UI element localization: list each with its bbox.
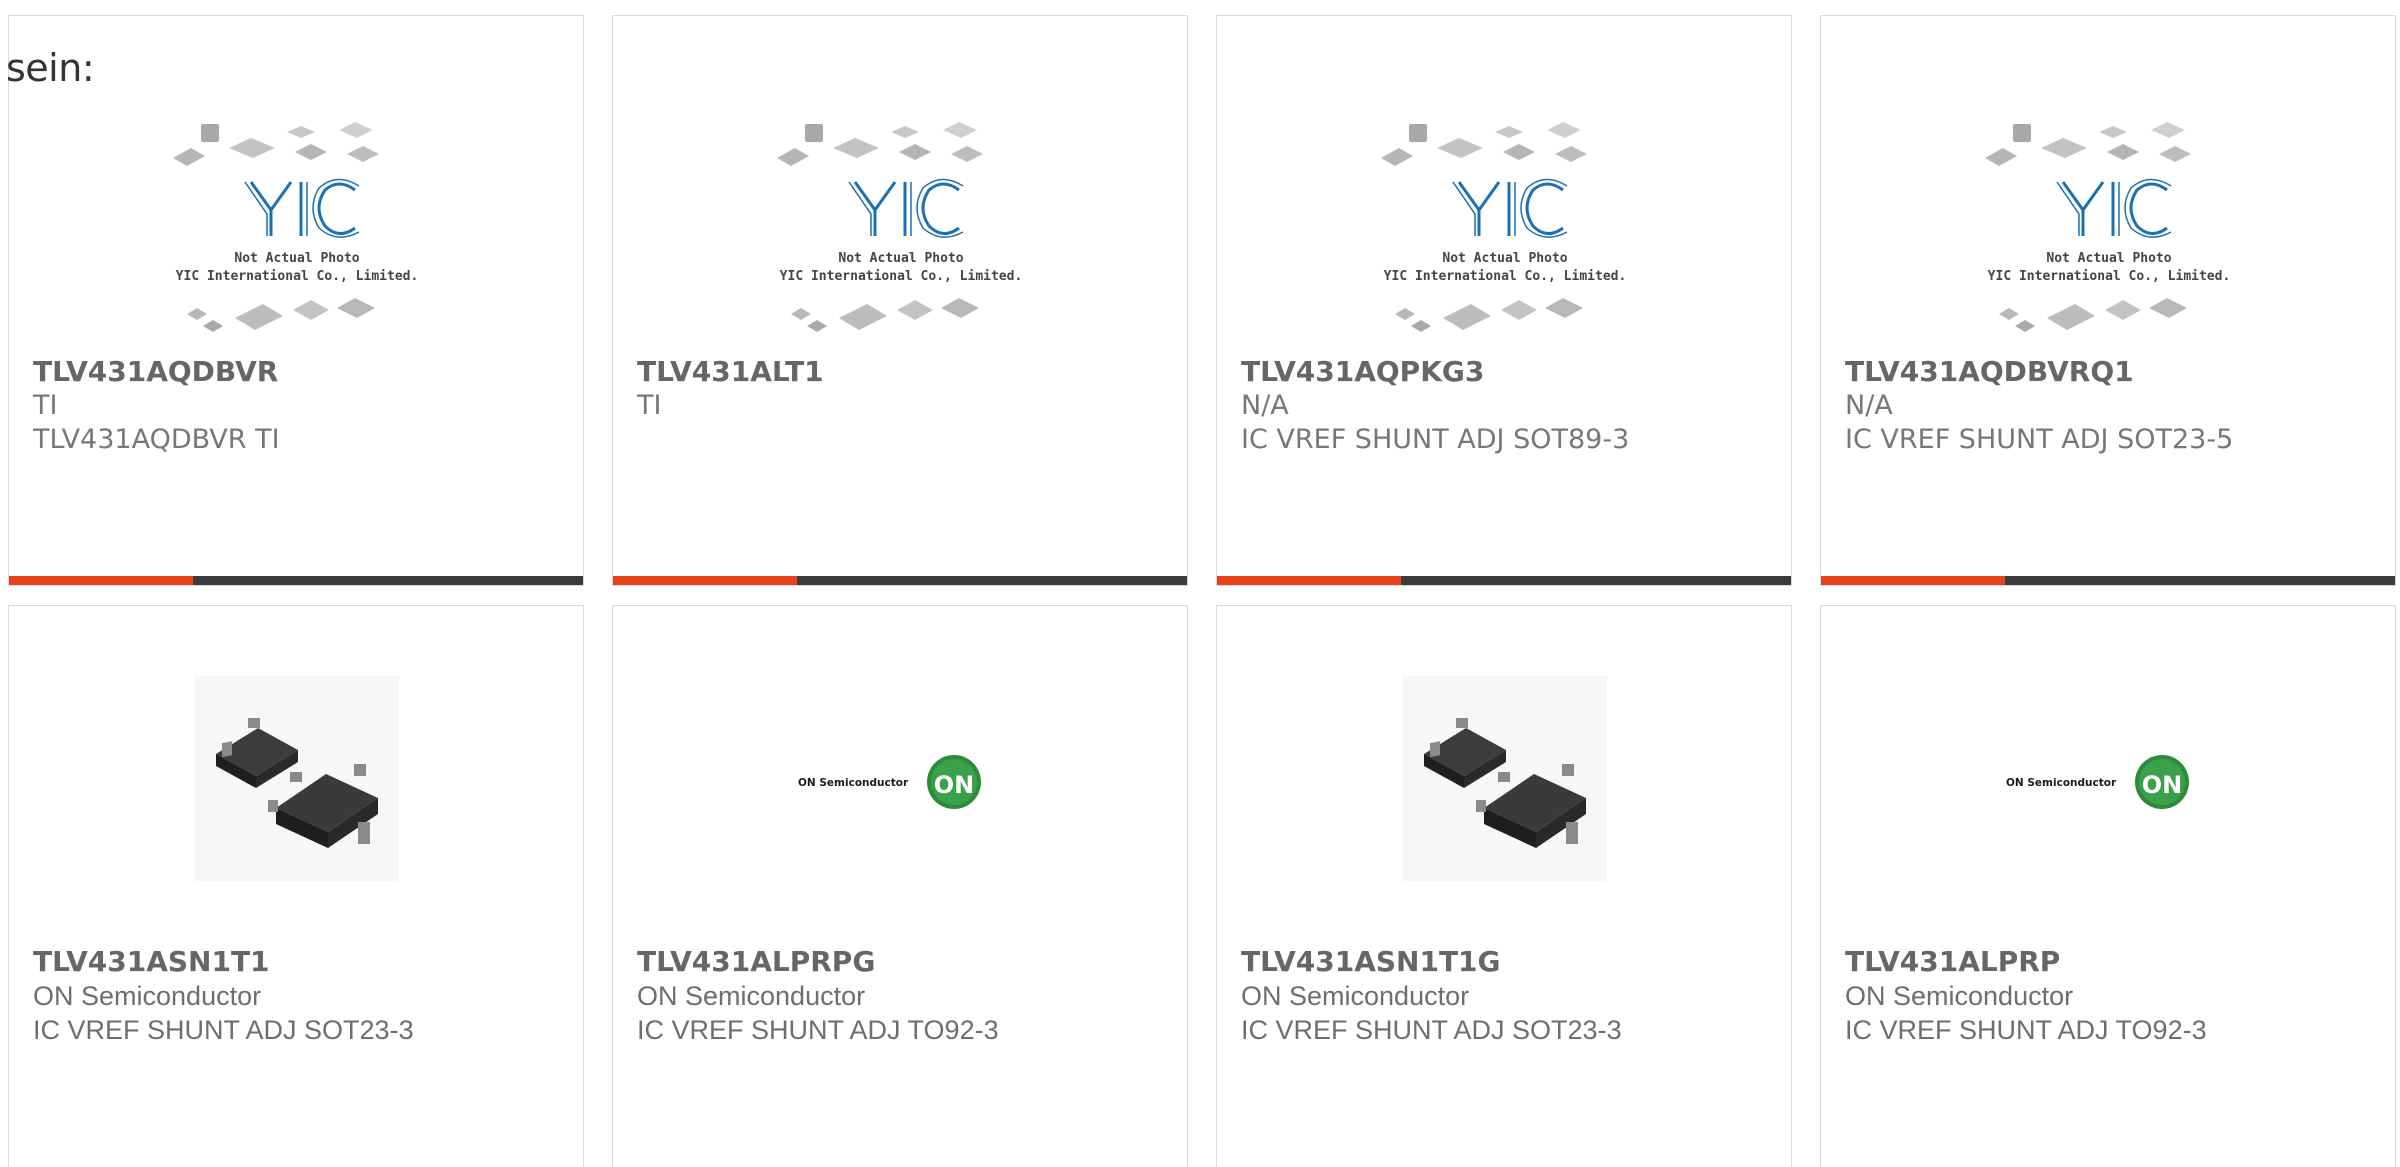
card-accent-bar xyxy=(613,576,797,585)
placeholder-line2: YIC International Co., Limited. xyxy=(176,269,419,284)
description: IC VREF SHUNT ADJ SOT23-3 xyxy=(33,1015,414,1045)
placeholder-line1: Not Actual Photo xyxy=(2046,251,2171,266)
product-card[interactable]: ON Semiconductor ON TLV431ALPRPG ON Semi… xyxy=(612,605,1188,1167)
placeholder-line1: Not Actual Photo xyxy=(838,251,963,266)
on-semiconductor-logo-image[interactable]: ON Semiconductor ON xyxy=(2006,676,2211,881)
placeholder-line1: Not Actual Photo xyxy=(1442,251,1567,266)
on-badge-text: ON xyxy=(934,771,975,799)
product-card[interactable]: Not Actual Photo YIC International Co., … xyxy=(1820,15,2396,586)
yic-logo-mark xyxy=(848,178,964,238)
part-number[interactable]: TLV431ALT1 xyxy=(637,355,1167,389)
card-bottom-bar xyxy=(1217,576,1791,585)
placeholder-image[interactable]: Not Actual Photo YIC International Co., … xyxy=(159,104,435,346)
card-bottom-bar xyxy=(1821,576,2395,585)
part-number[interactable]: TLV431ALPRPG xyxy=(637,945,1167,979)
manufacturer: ON Semiconductor xyxy=(1845,981,2074,1011)
manufacturer: TI xyxy=(33,390,58,421)
placeholder-line2: YIC International Co., Limited. xyxy=(1384,269,1627,284)
manufacturer: ON Semiconductor xyxy=(33,981,262,1011)
description: IC VREF SHUNT ADJ TO92-3 xyxy=(637,1015,999,1045)
part-number[interactable]: TLV431ASN1T1 xyxy=(33,945,563,979)
description: TLV431AQDBVR TI xyxy=(33,424,280,455)
yic-logo-mark xyxy=(2056,178,2172,238)
part-number[interactable]: TLV431AQPKG3 xyxy=(1241,355,1771,389)
part-number[interactable]: TLV431AQDBVR xyxy=(33,355,563,389)
chip-icons-top xyxy=(777,122,983,166)
description: IC VREF SHUNT ADJ SOT89-3 xyxy=(1241,424,1630,455)
part-number[interactable]: TLV431ALPRP xyxy=(1845,945,2375,979)
product-card[interactable]: TLV431ASN1T1G ON Semiconductor IC VREF S… xyxy=(1216,605,1792,1167)
on-semiconductor-wordmark: ON Semiconductor xyxy=(2006,777,2117,789)
yic-logo-mark xyxy=(1452,178,1568,238)
on-semiconductor-wordmark: ON Semiconductor xyxy=(798,777,909,789)
chip-icons-bottom xyxy=(1395,298,1583,332)
placeholder-image[interactable]: Not Actual Photo YIC International Co., … xyxy=(763,104,1039,346)
yic-logo-mark xyxy=(244,178,360,238)
manufacturer: N/A xyxy=(1845,390,1893,421)
chip-icons-bottom xyxy=(187,298,375,332)
description: IC VREF SHUNT ADJ SOT23-5 xyxy=(1845,424,2234,455)
on-badge-text: ON xyxy=(2142,771,2183,799)
product-card[interactable]: Not Actual Photo YIC International Co., … xyxy=(8,15,584,586)
product-card[interactable]: ON Semiconductor ON TLV431ALPRP ON Semic… xyxy=(1820,605,2396,1167)
chip-icons-top xyxy=(1381,122,1587,166)
manufacturer: TI xyxy=(637,390,662,421)
sot23-photo[interactable] xyxy=(194,676,399,881)
manufacturer: N/A xyxy=(1241,390,1289,421)
manufacturer: ON Semiconductor xyxy=(1241,981,1470,1011)
product-grid: sein: Not Actual Photo YIC International… xyxy=(0,0,2400,1167)
leadin-text: sein: xyxy=(6,46,95,90)
placeholder-line2: YIC International Co., Limited. xyxy=(1988,269,2231,284)
product-card[interactable]: Not Actual Photo YIC International Co., … xyxy=(612,15,1188,586)
card-accent-bar xyxy=(9,576,193,585)
on-semiconductor-logo-image[interactable]: ON Semiconductor ON xyxy=(798,676,1003,881)
part-number[interactable]: TLV431AQDBVRQ1 xyxy=(1845,355,2375,389)
card-accent-bar xyxy=(1821,576,2005,585)
card-bottom-bar xyxy=(613,576,1187,585)
manufacturer: ON Semiconductor xyxy=(637,981,866,1011)
placeholder-line2: YIC International Co., Limited. xyxy=(780,269,1023,284)
product-card[interactable]: TLV431ASN1T1 ON Semiconductor IC VREF SH… xyxy=(8,605,584,1167)
description: IC VREF SHUNT ADJ SOT23-3 xyxy=(1241,1015,1622,1045)
chip-icons-bottom xyxy=(1999,298,2187,332)
product-card[interactable]: Not Actual Photo YIC International Co., … xyxy=(1216,15,1792,586)
placeholder-image[interactable]: Not Actual Photo YIC International Co., … xyxy=(1971,104,2247,346)
placeholder-line1: Not Actual Photo xyxy=(234,251,359,266)
placeholder-image[interactable]: Not Actual Photo YIC International Co., … xyxy=(1367,104,1643,346)
card-bottom-bar xyxy=(9,576,583,585)
part-number[interactable]: TLV431ASN1T1G xyxy=(1241,945,1771,979)
chip-icons-top xyxy=(1985,122,2191,166)
card-accent-bar xyxy=(1217,576,1401,585)
description: IC VREF SHUNT ADJ TO92-3 xyxy=(1845,1015,2207,1045)
chip-icons-top xyxy=(173,122,379,166)
sot23-photo[interactable] xyxy=(1402,676,1607,881)
chip-icons-bottom xyxy=(791,298,979,332)
